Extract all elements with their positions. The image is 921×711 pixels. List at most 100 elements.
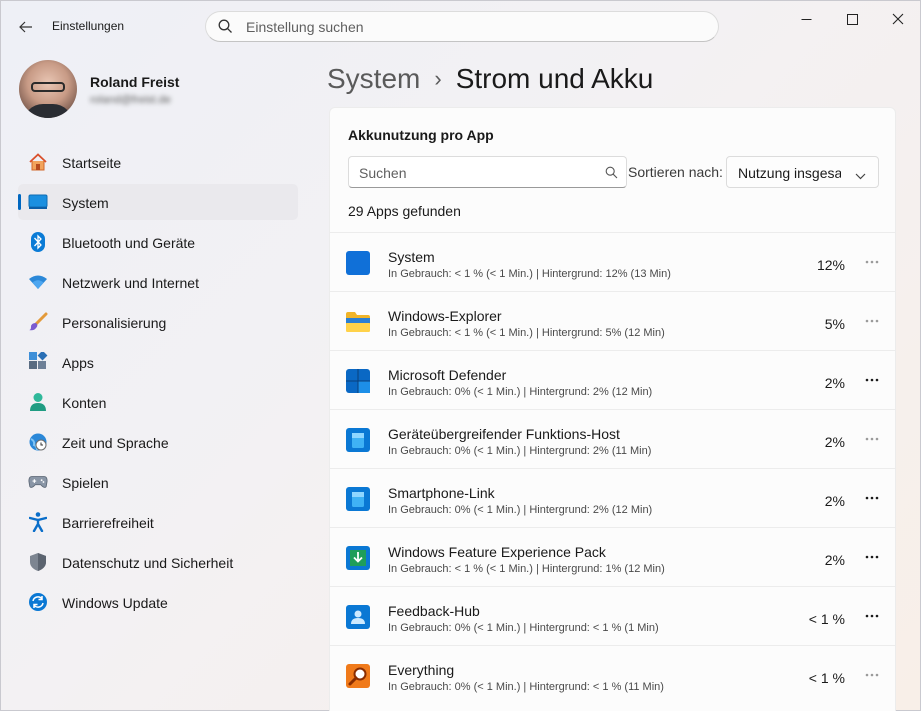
app-name: Windows Feature Experience Pack bbox=[388, 544, 606, 560]
close-button[interactable] bbox=[875, 7, 921, 31]
app-name: Microsoft Defender bbox=[388, 367, 507, 383]
more-options-button[interactable] bbox=[863, 253, 881, 271]
list-item[interactable]: Geräteübergreifender Funktions-Host In G… bbox=[330, 409, 895, 468]
list-item[interactable]: Windows Feature Experience Pack In Gebra… bbox=[330, 527, 895, 586]
sidebar-item-label: Datenschutz und Sicherheit bbox=[62, 555, 234, 571]
app-name: Geräteübergreifender Funktions-Host bbox=[388, 426, 620, 442]
app-usage-percent: 12% bbox=[816, 257, 845, 273]
list-item[interactable]: Feedback-Hub In Gebrauch: 0% (< 1 Min.) … bbox=[330, 586, 895, 645]
avatar bbox=[19, 60, 77, 118]
more-horizontal-icon bbox=[865, 614, 879, 618]
app-usage-detail: In Gebrauch: 0% (< 1 Min.) | Hintergrund… bbox=[388, 504, 653, 516]
sidebar-item-zeit[interactable]: Zeit und Sprache bbox=[18, 424, 298, 460]
more-options-button[interactable] bbox=[863, 312, 881, 330]
more-options-button[interactable] bbox=[863, 666, 881, 684]
breadcrumb-parent[interactable]: System bbox=[327, 63, 420, 95]
apps-icon bbox=[28, 352, 48, 372]
more-horizontal-icon bbox=[865, 378, 879, 382]
accessibility-icon bbox=[28, 512, 48, 532]
user-profile[interactable]: Roland Freist roland@freist.de bbox=[19, 60, 299, 120]
app-usage-percent: 2% bbox=[824, 552, 845, 568]
download-app-icon bbox=[346, 546, 370, 570]
system-display-icon bbox=[28, 192, 48, 212]
minimize-button[interactable] bbox=[783, 7, 829, 31]
sidebar-item-system[interactable]: System bbox=[18, 184, 298, 220]
breadcrumb-separator: › bbox=[434, 66, 442, 91]
more-horizontal-icon bbox=[865, 555, 879, 559]
sidebar-item-label: Zeit und Sprache bbox=[62, 435, 169, 451]
sidebar-item-apps[interactable]: Apps bbox=[18, 344, 298, 380]
feedback-icon bbox=[346, 605, 370, 629]
home-icon bbox=[28, 152, 48, 172]
folder-icon bbox=[346, 310, 370, 334]
sort-dropdown[interactable]: Nutzung insgesa bbox=[726, 156, 879, 188]
list-item[interactable]: Windows-Explorer In Gebrauch: < 1 % (< 1… bbox=[330, 291, 895, 350]
more-options-button[interactable] bbox=[863, 371, 881, 389]
app-usage-detail: In Gebrauch: 0% (< 1 Min.) | Hintergrund… bbox=[388, 622, 659, 634]
generic-app-icon bbox=[346, 428, 370, 452]
title-bar: Einstellungen bbox=[1, 1, 920, 51]
clock-globe-icon bbox=[28, 432, 48, 452]
app-usage-detail: In Gebrauch: 0% (< 1 Min.) | Hintergrund… bbox=[388, 681, 664, 693]
sidebar-item-label: Konten bbox=[62, 395, 107, 411]
sidebar-item-label: System bbox=[62, 195, 109, 211]
account-icon bbox=[28, 392, 48, 412]
list-item[interactable]: Smartphone-Link In Gebrauch: 0% (< 1 Min… bbox=[330, 468, 895, 527]
panel-title: Akkunutzung pro App bbox=[348, 127, 494, 143]
sidebar-item-netzwerk[interactable]: Netzwerk und Internet bbox=[18, 264, 298, 300]
minimize-icon bbox=[801, 18, 811, 20]
more-options-button[interactable] bbox=[863, 489, 881, 507]
breadcrumb: System › Strom und Akku bbox=[327, 61, 653, 97]
app-usage-detail: In Gebrauch: 0% (< 1 Min.) | Hintergrund… bbox=[388, 386, 653, 398]
sidebar-item-personalisierung[interactable]: Personalisierung bbox=[18, 304, 298, 340]
more-horizontal-icon bbox=[865, 260, 879, 264]
page-title: Strom und Akku bbox=[455, 63, 654, 94]
maximize-button[interactable] bbox=[829, 7, 875, 31]
sort-dropdown-value: Nutzung insgesa bbox=[738, 165, 841, 181]
app-usage-detail: In Gebrauch: 0% (< 1 Min.) | Hintergrund… bbox=[388, 445, 652, 457]
app-usage-detail: In Gebrauch: < 1 % (< 1 Min.) | Hintergr… bbox=[388, 563, 665, 575]
settings-search[interactable] bbox=[205, 11, 719, 42]
app-filter-input[interactable] bbox=[359, 163, 599, 183]
app-usage-detail: In Gebrauch: < 1 % (< 1 Min.) | Hintergr… bbox=[388, 268, 671, 280]
list-item[interactable]: System In Gebrauch: < 1 % (< 1 Min.) | H… bbox=[330, 232, 895, 291]
sidebar-item-datenschutz[interactable]: Datenschutz und Sicherheit bbox=[18, 544, 298, 580]
sidebar-item-barrierefreiheit[interactable]: Barrierefreiheit bbox=[18, 504, 298, 540]
sidebar-item-label: Spielen bbox=[62, 475, 109, 491]
app-name: Everything bbox=[388, 662, 455, 678]
app-usage-percent: 2% bbox=[824, 375, 845, 391]
arrow-left-icon bbox=[19, 21, 32, 33]
windows-update-icon bbox=[28, 592, 48, 612]
profile-name: Roland Freist bbox=[90, 74, 180, 90]
sidebar-item-windows-update[interactable]: Windows Update bbox=[18, 584, 298, 620]
sidebar-item-bluetooth[interactable]: Bluetooth und Geräte bbox=[18, 224, 298, 260]
app-name: Windows-Explorer bbox=[388, 308, 502, 324]
sidebar-item-label: Bluetooth und Geräte bbox=[62, 235, 196, 251]
list-item[interactable]: Microsoft Defender In Gebrauch: 0% (< 1 … bbox=[330, 350, 895, 409]
more-options-button[interactable] bbox=[863, 548, 881, 566]
chevron-down-icon bbox=[855, 167, 866, 183]
paintbrush-icon bbox=[28, 312, 48, 332]
settings-search-input[interactable] bbox=[246, 17, 706, 37]
app-name: Feedback-Hub bbox=[388, 603, 480, 619]
app-filter-box[interactable] bbox=[348, 156, 627, 188]
sidebar-item-startseite[interactable]: Startseite bbox=[18, 144, 298, 180]
profile-email: roland@freist.de bbox=[90, 94, 171, 106]
sidebar-item-label: Windows Update bbox=[62, 595, 168, 611]
bluetooth-icon bbox=[28, 232, 48, 252]
selection-indicator bbox=[18, 194, 21, 210]
list-item[interactable]: Everything In Gebrauch: 0% (< 1 Min.) | … bbox=[330, 645, 895, 704]
more-options-button[interactable] bbox=[863, 430, 881, 448]
app-title: Einstellungen bbox=[52, 19, 125, 33]
sidebar-item-spielen[interactable]: Spielen bbox=[18, 464, 298, 500]
generic-app-icon bbox=[346, 487, 370, 511]
close-icon bbox=[892, 13, 904, 25]
sidebar-item-konten[interactable]: Konten bbox=[18, 384, 298, 420]
more-options-button[interactable] bbox=[863, 607, 881, 625]
avatar-glasses bbox=[31, 82, 65, 92]
app-usage-detail: In Gebrauch: < 1 % (< 1 Min.) | Hintergr… bbox=[388, 327, 665, 339]
app-usage-percent: 2% bbox=[824, 493, 845, 509]
back-button[interactable] bbox=[13, 14, 39, 40]
gamepad-icon bbox=[28, 472, 48, 492]
app-name: System bbox=[388, 249, 435, 265]
